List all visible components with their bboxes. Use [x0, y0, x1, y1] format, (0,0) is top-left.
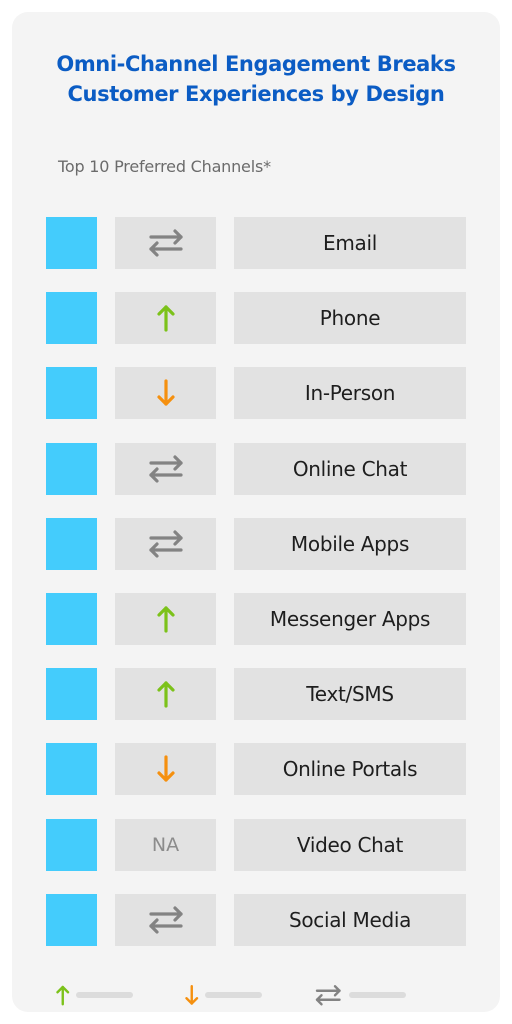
arrow-up-icon — [156, 679, 175, 709]
legend-label-placeholder — [75, 992, 133, 998]
arrows-exchange-icon — [147, 228, 185, 258]
arrow-up-icon — [156, 303, 175, 333]
trend-indicator: NA — [115, 818, 216, 871]
channel-label: Video Chat — [234, 818, 466, 871]
trend-indicator — [115, 292, 216, 345]
legend-item-down — [185, 980, 262, 1010]
trend-indicator — [115, 593, 216, 645]
channel-swatch — [46, 517, 97, 570]
channel-swatch — [46, 668, 97, 721]
channel-label: Messenger Apps — [234, 593, 466, 645]
legend-item-up — [56, 980, 133, 1010]
channel-label: In-Person — [234, 367, 466, 420]
channel-swatch — [46, 593, 97, 645]
channel-row: NA Video Chat — [46, 818, 466, 871]
channel-row: Social Media — [46, 893, 466, 946]
channel-row: Phone — [46, 292, 466, 345]
trend-indicator — [115, 367, 216, 420]
channel-swatch — [46, 743, 97, 796]
channel-label: Phone — [234, 292, 466, 345]
channel-label: Mobile Apps — [234, 517, 466, 570]
arrow-down-icon — [156, 754, 175, 784]
title-line-1: Omni-Channel Engagement Breaks — [56, 52, 456, 76]
trend-indicator — [115, 442, 216, 495]
channel-row: Online Chat — [46, 442, 466, 495]
channel-label: Email — [234, 217, 466, 269]
trend-indicator — [115, 517, 216, 570]
legend-label-placeholder — [348, 992, 406, 998]
arrows-exchange-icon — [147, 529, 185, 559]
channel-row: Email — [46, 217, 466, 269]
arrows-exchange-icon — [314, 984, 343, 1007]
title-line-2: Customer Experiences by Design — [67, 82, 445, 106]
infographic-card: Omni-Channel Engagement Breaks Customer … — [12, 12, 500, 1012]
channel-row: In-Person — [46, 367, 466, 420]
channel-label: Online Chat — [234, 442, 466, 495]
arrow-down-icon — [156, 378, 175, 408]
page-title: Omni-Channel Engagement Breaks Customer … — [12, 49, 500, 109]
channel-swatch — [46, 217, 97, 269]
legend-item-same — [314, 980, 406, 1010]
channel-swatch — [46, 367, 97, 420]
trend-na-text: NA — [151, 833, 180, 856]
arrows-exchange-icon — [147, 905, 185, 935]
channel-label: Social Media — [234, 893, 466, 946]
trend-indicator — [115, 893, 216, 946]
channel-swatch — [46, 818, 97, 871]
channel-swatch — [46, 292, 97, 345]
trend-indicator — [115, 217, 216, 269]
trend-indicator — [115, 743, 216, 796]
subtitle: Top 10 Preferred Channels* — [58, 157, 271, 176]
channel-swatch — [46, 893, 97, 946]
legend-label-placeholder — [204, 992, 262, 998]
arrows-exchange-icon — [147, 454, 185, 484]
channel-row: Messenger Apps — [46, 593, 466, 645]
channel-label: Text/SMS — [234, 668, 466, 721]
arrow-down-icon — [185, 984, 199, 1007]
trend-indicator — [115, 668, 216, 721]
arrow-up-icon — [156, 604, 175, 634]
legend — [12, 980, 500, 1010]
channel-row: Mobile Apps — [46, 517, 466, 570]
channel-row: Text/SMS — [46, 668, 466, 721]
channel-row: Online Portals — [46, 743, 466, 796]
channel-swatch — [46, 442, 97, 495]
arrow-up-icon — [56, 984, 70, 1007]
channel-label: Online Portals — [234, 743, 466, 796]
